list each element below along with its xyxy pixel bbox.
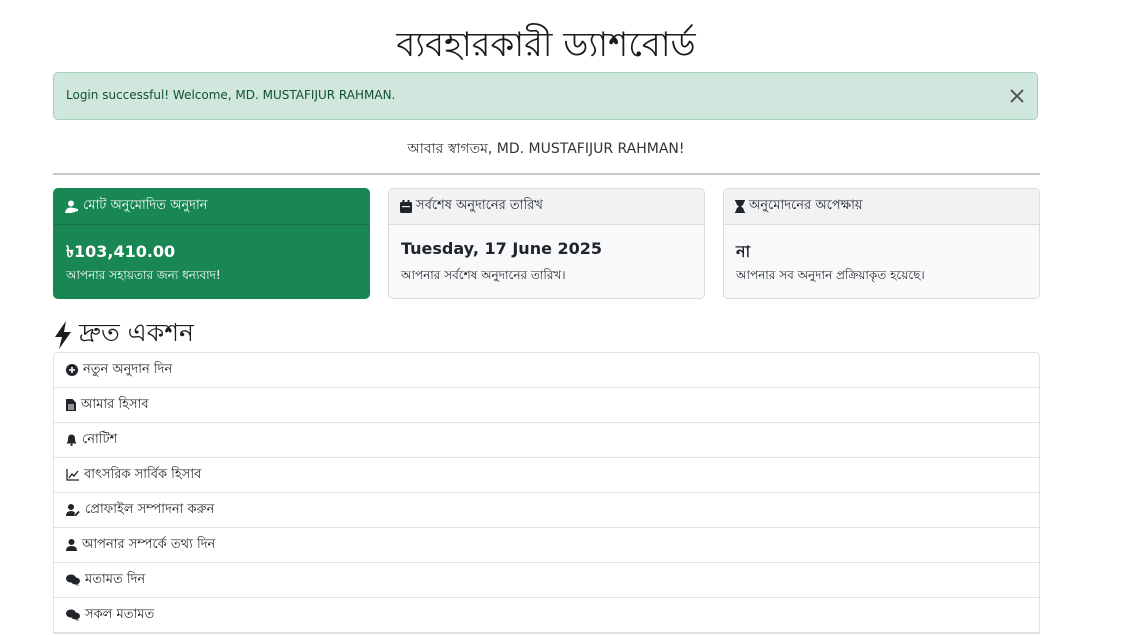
comments-icon: [66, 574, 80, 586]
action-my-account[interactable]: আমার হিসাব: [54, 388, 1039, 423]
action-give-feedback[interactable]: মতামত দিন: [54, 563, 1039, 598]
action-new-donation[interactable]: নতুন অনুদান দিন: [54, 353, 1039, 388]
alert-message: Login successful! Welcome, MD. MUSTAFIJU…: [66, 88, 396, 102]
plus-circle-icon: [66, 364, 78, 376]
user-hand-icon: [65, 200, 78, 213]
close-icon[interactable]: [1007, 86, 1027, 106]
bell-icon: [66, 434, 77, 446]
user-icon: [66, 539, 77, 551]
action-annual-report[interactable]: বাৎসরিক সার্বিক হিসাব: [54, 458, 1039, 493]
card-header: সর্বশেষ অনুদানের তারিখ: [389, 189, 704, 225]
quick-actions-list: নতুন অনুদান দিন আমার হিসাব নোটিশ বাৎসরিক…: [53, 352, 1040, 634]
card-header: অনুমোদনের অপেক্ষায়: [724, 189, 1039, 225]
action-label: আপনার সম্পর্কে তথ্য দিন: [82, 536, 216, 552]
card-subtitle: আপনার সহায়তার জন্য ধন্যবাদ!: [66, 268, 221, 282]
comments-icon: [66, 609, 80, 621]
bolt-icon: [55, 320, 71, 349]
card-value: ৳103,410.00: [66, 242, 176, 261]
action-about-you[interactable]: আপনার সম্পর্কে তথ্য দিন: [54, 528, 1039, 563]
action-edit-profile[interactable]: প্রোফাইল সম্পাদনা করুন: [54, 493, 1039, 528]
action-label: প্রোফাইল সম্পাদনা করুন: [85, 501, 215, 517]
card-header: মোট অনুমোদিত অনুদান: [54, 189, 369, 225]
card-subtitle: আপনার সব অনুদান প্রক্রিয়াকৃত হয়েছে।: [736, 268, 925, 282]
action-label: নোটিশ: [82, 431, 118, 447]
action-all-feedback[interactable]: সকল মতামত: [54, 598, 1039, 633]
pending-approval-card: অনুমোদনের অপেক্ষায় না আপনার সব অনুদান প…: [723, 188, 1040, 299]
card-value: না: [736, 242, 751, 261]
page-title: ব্যবহারকারী ড্যাশবোর্ড: [396, 25, 696, 65]
action-notice[interactable]: নোটিশ: [54, 423, 1039, 458]
chart-line-icon: [66, 469, 79, 481]
divider: [53, 173, 1040, 175]
quick-actions-heading: দ্রুত একশন: [53, 313, 194, 356]
file-icon: [66, 399, 76, 411]
card-title: অনুমোদনের অপেক্ষায়: [749, 198, 863, 213]
action-label: নতুন অনুদান দিন: [83, 361, 173, 377]
card-value: Tuesday, 17 June 2025: [401, 239, 603, 258]
card-title: মোট অনুমোদিত অনুদান: [83, 198, 208, 213]
action-label: সকল মতামত: [85, 606, 155, 622]
card-subtitle: আপনার সর্বশেষ অনুদানের তারিখ।: [401, 268, 566, 282]
calendar-icon: [400, 200, 412, 213]
welcome-message: আবার স্বাগতম, MD. MUSTAFIJUR RAHMAN!: [407, 141, 685, 157]
hourglass-icon: [735, 200, 745, 213]
last-donation-card: সর্বশেষ অনুদানের তারিখ Tuesday, 17 June …: [388, 188, 705, 299]
action-label: মতামত দিন: [85, 571, 146, 587]
user-edit-icon: [66, 504, 80, 516]
action-label: আমার হিসাব: [81, 396, 149, 412]
success-alert: Login successful! Welcome, MD. MUSTAFIJU…: [53, 72, 1038, 120]
action-label: বাৎসরিক সার্বিক হিসাব: [84, 466, 202, 482]
card-title: সর্বশেষ অনুদানের তারিখ: [416, 198, 543, 213]
total-approved-card: মোট অনুমোদিত অনুদান ৳103,410.00 আপনার সহ…: [53, 188, 370, 299]
quick-actions-title: দ্রুত একশন: [79, 318, 194, 347]
